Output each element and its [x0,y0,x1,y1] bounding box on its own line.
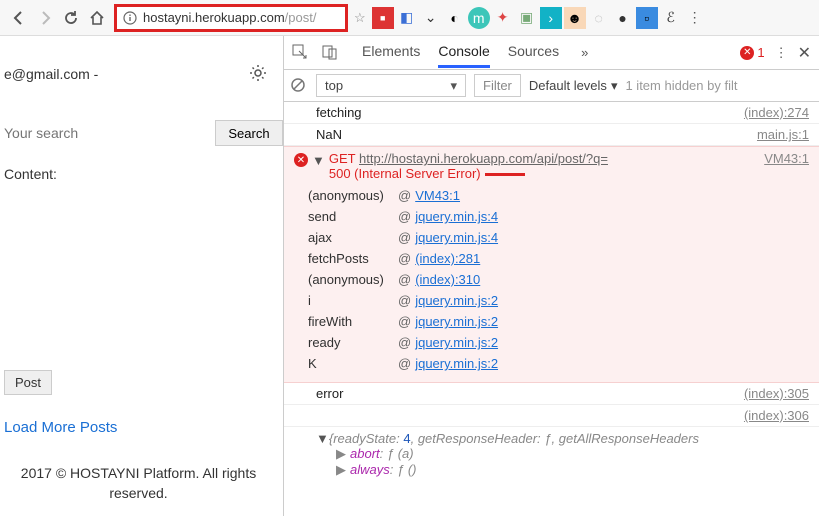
log-entry: (index):306 [284,405,819,427]
load-more-link[interactable]: Load More Posts [4,419,283,436]
stack-frame: i@jquery.min.js:2 [308,290,809,311]
stack-link[interactable]: (index):310 [415,272,480,287]
device-toggle-icon[interactable] [322,44,340,62]
search-button[interactable]: Search [215,120,283,146]
user-email: e@gmail.com - [4,66,98,82]
console-filter-bar: top Filter Default levels ▾ 1 item hidde… [284,70,819,102]
address-bar[interactable]: hostayni.herokuapp.com/post/ [114,4,348,32]
error-entry: ✕ ▼ GET http://hostayni.herokuapp.com/ap… [284,146,819,383]
inspect-icon[interactable] [292,44,310,62]
stack-frame: send@jquery.min.js:4 [308,206,809,227]
search-input[interactable] [4,125,215,141]
stack-frame: (anonymous)@(index):310 [308,269,809,290]
expand-caret-icon[interactable]: ▼ [316,431,329,446]
ext-icon-9[interactable]: ☻ [564,7,586,29]
error-indicator[interactable]: ✕1 [740,45,764,60]
stack-link[interactable]: jquery.min.js:4 [415,230,498,245]
ext-icon-1[interactable]: ■ [372,7,394,29]
stack-link[interactable]: jquery.min.js:4 [415,209,498,224]
expand-caret-icon[interactable]: ▶ [336,462,346,477]
error-icon: ✕ [294,153,308,167]
annotation-underline [485,173,525,176]
log-entry: fetching (index):274 [284,102,819,124]
devtools-panel: Elements Console Sources » ✕1 ⋮ ✕ top Fi… [283,36,819,516]
stack-link[interactable]: (index):281 [415,251,480,266]
ext-icon-14[interactable]: ⋮ [684,7,706,29]
forward-button[interactable] [32,5,58,31]
context-selector[interactable]: top [316,74,466,97]
content-label: Content: [4,166,283,182]
gear-icon[interactable] [249,64,269,84]
url-path: /post/ [285,10,317,25]
tab-sources[interactable]: Sources [508,37,559,68]
stack-frame: ready@jquery.min.js:2 [308,332,809,353]
collapse-caret-icon[interactable]: ▼ [312,153,325,168]
log-entry: NaN main.js:1 [284,124,819,146]
stack-frame: fetchPosts@(index):281 [308,248,809,269]
stack-link[interactable]: jquery.min.js:2 [415,335,498,350]
log-source-link[interactable]: (index):274 [744,105,809,120]
ext-icon-7[interactable]: ▣ [516,7,538,29]
error-source-link[interactable]: VM43:1 [764,151,809,166]
post-button[interactable]: Post [4,370,52,395]
log-source-link[interactable]: (index):305 [744,386,809,401]
hidden-items-text: 1 item hidden by filt [625,78,737,93]
footer-text: 2017 © HOSTAYNI Platform. All rights res… [4,464,283,503]
stack-frame: fireWith@jquery.min.js:2 [308,311,809,332]
clear-console-icon[interactable] [290,77,308,95]
page-content: e@gmail.com - Search Content: Post Load … [0,36,283,516]
stack-frame: ajax@jquery.min.js:4 [308,227,809,248]
ext-icon-2[interactable]: ◧ [396,7,418,29]
log-entry: error (index):305 [284,383,819,405]
log-source-link[interactable]: main.js:1 [757,127,809,142]
url-host: hostayni.herokuapp.com [143,10,285,25]
ext-icon-8[interactable]: › [540,7,562,29]
browser-toolbar: hostayni.herokuapp.com/post/ ☆ ■ ◧ ⌄ ◐ m… [0,0,819,36]
reload-button[interactable] [58,5,84,31]
stack-link[interactable]: jquery.min.js:2 [415,356,498,371]
ext-icon-13[interactable]: ℰ [660,7,682,29]
log-source-link[interactable]: (index):306 [744,408,809,423]
info-icon [123,11,137,25]
tab-elements[interactable]: Elements [362,37,420,68]
ext-icon-5[interactable]: m [468,7,490,29]
stack-frame: (anonymous)@VM43:1 [308,185,809,206]
stack-trace: (anonymous)@VM43:1 send@jquery.min.js:4 … [308,185,809,374]
extensions-tray: ■ ◧ ⌄ ◐ m ✦ ▣ › ☻ ◌ ● ▫ ℰ ⋮ [372,7,706,29]
bookmark-star-icon[interactable]: ☆ [354,10,366,26]
devtools-close-icon[interactable]: ✕ [798,43,811,63]
ext-icon-10[interactable]: ◌ [588,7,610,29]
ext-icon-6[interactable]: ✦ [492,7,514,29]
log-level-selector[interactable]: Default levels ▾ [529,78,618,94]
devtools-menu-icon[interactable]: ⋮ [775,45,788,61]
stack-link[interactable]: jquery.min.js:2 [415,293,498,308]
devtools-tabbar: Elements Console Sources » ✕1 ⋮ ✕ [284,36,819,70]
ext-icon-4[interactable]: ◐ [444,7,466,29]
stack-link[interactable]: jquery.min.js:2 [415,314,498,329]
back-button[interactable] [6,5,32,31]
ext-icon-3[interactable]: ⌄ [420,7,442,29]
expand-caret-icon[interactable]: ▶ [336,446,346,461]
tab-console[interactable]: Console [438,37,489,68]
filter-input[interactable]: Filter [474,74,521,97]
stack-frame: K@jquery.min.js:2 [308,353,809,374]
object-log: ▼{readyState: 4, getResponseHeader: ƒ, g… [284,427,819,484]
ext-icon-11[interactable]: ● [612,7,634,29]
error-url[interactable]: http://hostayni.herokuapp.com/api/post/?… [359,151,608,166]
home-button[interactable] [84,5,110,31]
stack-link[interactable]: VM43:1 [415,188,460,203]
ext-icon-12[interactable]: ▫ [636,7,658,29]
console-output: fetching (index):274 NaN main.js:1 ✕ ▼ G… [284,102,819,516]
more-tabs-icon[interactable]: » [581,45,588,60]
